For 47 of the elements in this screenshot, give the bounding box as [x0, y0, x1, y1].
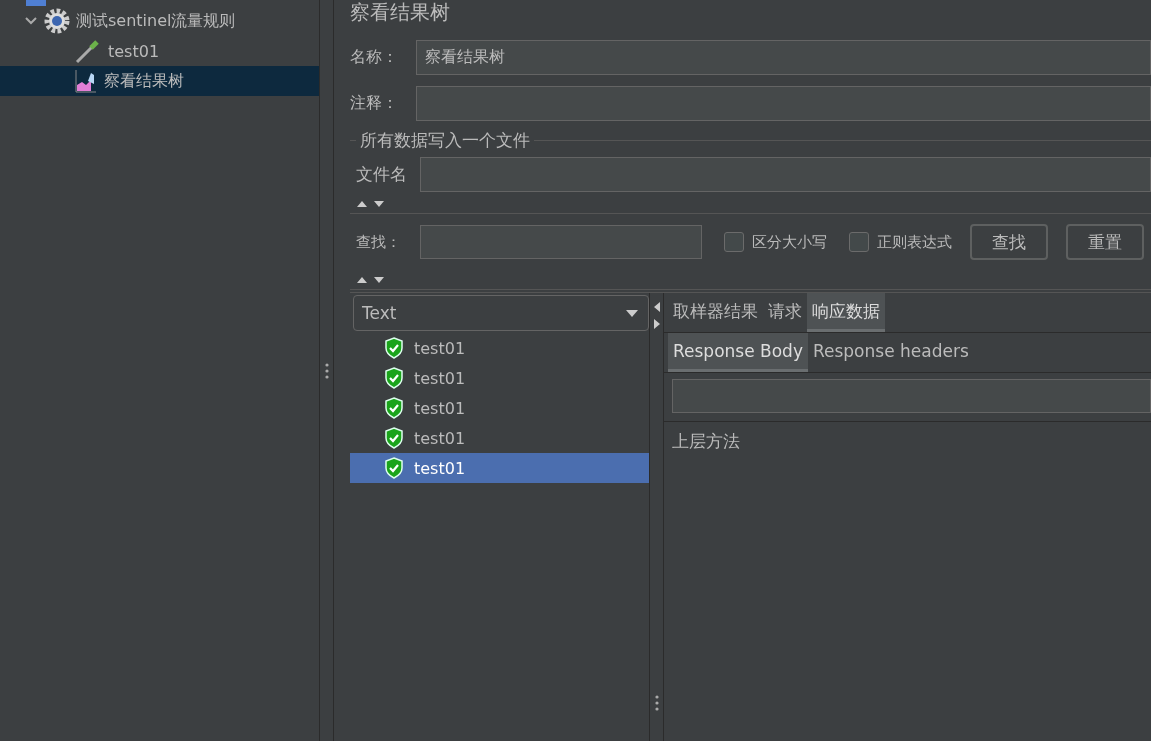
panel-title: 察看结果树 — [350, 0, 451, 26]
result-item[interactable]: test01 — [350, 423, 649, 453]
result-item[interactable]: test01 — [350, 363, 649, 393]
tree-item[interactable]: test01 — [0, 36, 319, 66]
renderer-dropdown[interactable]: Text — [353, 295, 649, 331]
action-button[interactable]: 重置 — [1066, 224, 1144, 260]
group-legend: 所有数据写入一个文件 — [360, 128, 530, 152]
check-shield-icon — [384, 457, 404, 479]
filename-label: 文件名 — [356, 162, 408, 186]
action-button[interactable]: 查找 — [970, 224, 1048, 260]
result-item[interactable]: test01 — [350, 453, 649, 483]
comment-field[interactable] — [416, 85, 1151, 121]
tree-item[interactable]: 测试sentinel流量规则 — [0, 6, 319, 36]
expand-arrows-icon[interactable] — [652, 301, 661, 331]
tab[interactable]: 请求 — [763, 293, 807, 332]
chart-icon — [74, 69, 98, 93]
check-shield-icon — [384, 427, 404, 449]
checkbox-label: 区分大小写 — [752, 232, 827, 252]
search-label: 查找： — [356, 232, 402, 252]
app-icon — [26, 0, 46, 6]
tab[interactable]: 取样器结果 — [668, 293, 763, 332]
collapse-arrows-icon[interactable] — [356, 199, 386, 208]
caret-down-icon — [626, 309, 638, 317]
tab[interactable]: Response headers — [807, 333, 974, 372]
check-shield-icon — [384, 397, 404, 419]
result-item[interactable]: test01 — [350, 333, 649, 363]
collapse-arrows-icon[interactable] — [356, 275, 386, 284]
check-shield-icon — [384, 367, 404, 389]
tab[interactable]: 响应数据 — [807, 293, 885, 332]
search-field[interactable] — [420, 225, 702, 259]
check-shield-icon — [384, 337, 404, 359]
checkbox[interactable] — [724, 232, 744, 252]
filename-field[interactable] — [420, 156, 1151, 192]
pipette-icon — [74, 38, 102, 64]
gear-icon — [44, 8, 70, 34]
comment-label: 注释： — [350, 92, 399, 114]
checkbox-label: 正则表达式 — [877, 232, 952, 252]
tree-item[interactable]: 察看结果树 — [0, 66, 319, 96]
name-label: 名称： — [350, 46, 399, 68]
checkbox[interactable] — [849, 232, 869, 252]
response-body-text: 上层方法 — [664, 421, 1151, 453]
tab[interactable]: Response Body — [668, 333, 808, 372]
response-search-field[interactable] — [672, 379, 1151, 413]
name-field[interactable]: 察看结果树 — [416, 39, 1151, 75]
result-item[interactable]: test01 — [350, 393, 649, 423]
drag-handle-icon[interactable] — [324, 362, 329, 379]
drag-handle-icon[interactable] — [654, 695, 659, 711]
